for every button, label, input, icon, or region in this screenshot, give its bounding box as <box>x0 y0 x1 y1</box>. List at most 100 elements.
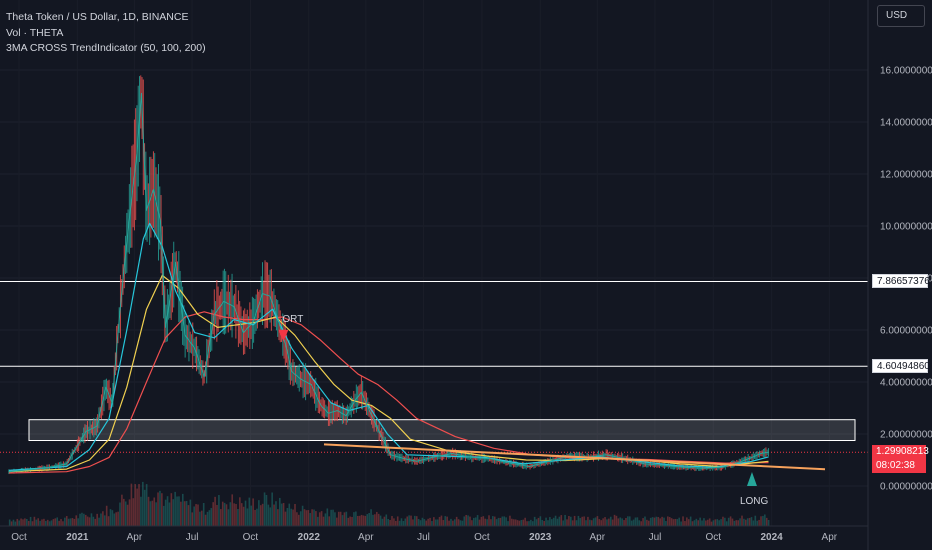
volume-bar <box>682 516 684 526</box>
volume-bar <box>185 500 188 526</box>
currency-button[interactable]: USD <box>877 5 925 27</box>
volume-bar <box>98 517 100 526</box>
time-tick-label: Apr <box>822 532 838 543</box>
price-tick-label: 14.00000000 <box>880 118 932 129</box>
time-tick-label: Jul <box>649 532 662 543</box>
volume-bar <box>571 520 574 526</box>
volume-bar <box>79 513 81 526</box>
price-chart[interactable]: 16.00000000 14.00000000 12.00000000 10.0000… <box>0 0 932 550</box>
price-tick-label: 0.00000000 <box>880 482 932 493</box>
volume-bar <box>414 515 416 526</box>
volume-bar <box>341 515 344 526</box>
volume-bar <box>140 496 142 526</box>
volume-bar <box>240 503 243 526</box>
volume-bar <box>573 515 576 526</box>
volume-bar <box>661 516 663 526</box>
volume-bar <box>356 515 359 526</box>
volume-bar <box>415 516 418 526</box>
volume-bar <box>497 517 500 526</box>
volume-bar <box>531 521 534 526</box>
volume-bar <box>423 519 426 526</box>
volume-bar <box>461 520 464 526</box>
volume-bar <box>231 494 234 526</box>
volume-bar <box>187 505 190 526</box>
volume-bar <box>608 518 610 526</box>
volume-bar <box>265 494 268 526</box>
volume-bar <box>128 499 131 526</box>
volume-bar <box>305 510 308 526</box>
volume-bar <box>126 504 129 526</box>
time-tick-label: 2024 <box>761 532 784 543</box>
volume-bar <box>647 520 650 526</box>
volume-bar <box>743 518 745 526</box>
volume-bar <box>62 521 64 526</box>
volume-bar <box>400 518 403 526</box>
volume-bar <box>467 515 469 526</box>
volume-bar <box>134 484 137 526</box>
volume-bar <box>748 517 751 526</box>
volume-bar <box>499 517 502 526</box>
volume-bar <box>644 516 646 526</box>
volume-bar <box>204 514 207 526</box>
volume-bar <box>596 516 599 526</box>
volume-bar <box>221 501 224 526</box>
volume-bar <box>166 496 169 526</box>
volume-bar <box>670 518 673 526</box>
volume-bar <box>143 489 146 526</box>
volume-bar <box>278 497 281 526</box>
volume-bar <box>393 518 395 526</box>
volume-bar <box>463 516 466 526</box>
time-tick-label: Oct <box>706 532 722 543</box>
volume-bar <box>8 519 11 526</box>
volume-bar <box>343 512 346 526</box>
volume-legend[interactable]: Vol · THETA <box>6 26 206 42</box>
symbol-title[interactable]: Theta Token / US Dollar, 1D, BINANCE <box>6 10 206 26</box>
volume-bar <box>381 518 384 526</box>
volume-bar <box>25 518 28 526</box>
volume-bar <box>330 509 332 526</box>
volume-bar <box>239 497 241 526</box>
volume-bar <box>353 512 355 526</box>
volume-bar <box>191 512 194 526</box>
volume-bar <box>105 505 108 526</box>
volume-bar <box>269 507 272 526</box>
short-signal-label: ORT <box>282 313 304 325</box>
time-tick-label: 2021 <box>66 532 89 543</box>
volume-bar <box>267 504 270 526</box>
volume-bar <box>564 514 566 526</box>
volume-bar <box>86 516 89 526</box>
volume-bar <box>153 497 156 526</box>
volume-bar <box>436 519 439 526</box>
volume-bar <box>767 519 770 526</box>
price-tick-label: 12.00000000 <box>880 170 932 181</box>
volume-bar <box>37 518 40 526</box>
volume-bar <box>189 499 192 526</box>
volume-bar <box>290 508 292 526</box>
volume-bar <box>170 493 173 526</box>
volume-bar <box>672 519 675 526</box>
volume-bar <box>83 513 85 526</box>
volume-bar <box>121 494 123 526</box>
volume-bar <box>202 502 205 526</box>
volume-bar <box>511 518 513 526</box>
volume-bar <box>754 515 757 526</box>
volume-bar <box>315 511 317 526</box>
volume-bar <box>149 501 152 526</box>
volume-bar <box>88 517 91 526</box>
time-tick-label: Oct <box>474 532 490 543</box>
volume-bar <box>455 516 458 526</box>
volume-bar <box>322 516 325 526</box>
volume-bar <box>693 520 696 526</box>
volume-bar <box>600 520 603 526</box>
volume-bar <box>273 504 275 526</box>
volume-bar <box>518 520 521 526</box>
volume-bar <box>45 520 47 526</box>
indicator-legend[interactable]: 3MA CROSS TrendIndicator (50, 100, 200) <box>6 41 206 57</box>
volume-bar <box>509 515 511 526</box>
volume-bar <box>756 520 759 526</box>
volume-bar <box>615 515 618 526</box>
volume-bar <box>535 519 538 526</box>
volume-bar <box>311 509 313 526</box>
volume-bar <box>69 518 72 526</box>
volume-bar <box>706 519 709 526</box>
